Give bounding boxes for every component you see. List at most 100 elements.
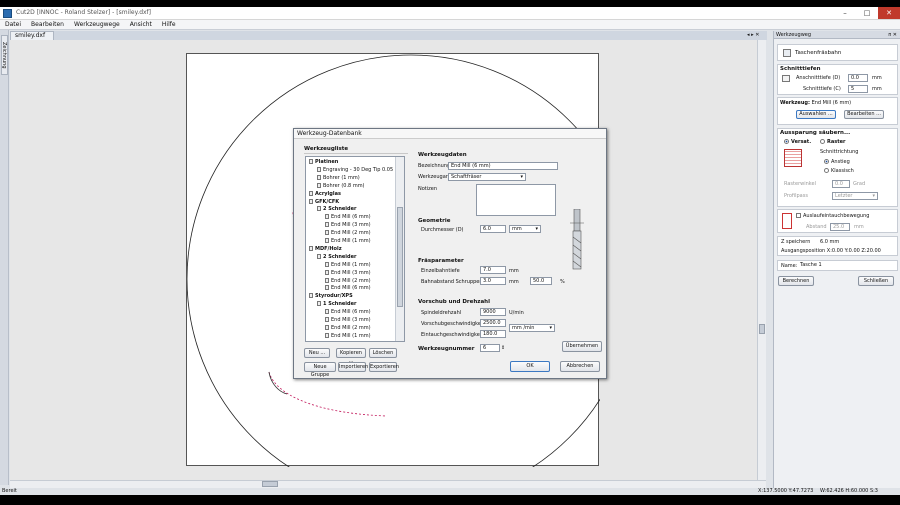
export-button[interactable]: Exportieren	[369, 362, 399, 372]
ramp-checkbox[interactable]: Auslaufeintauchbewegung	[796, 213, 869, 219]
tree-group[interactable]: GFK/CFK	[309, 198, 339, 206]
close-window-button[interactable]: ✕	[878, 7, 900, 19]
tree-item-label: Bohrer (0.8 mm)	[323, 182, 365, 189]
notes-textarea[interactable]	[476, 184, 556, 216]
tree-tool-item[interactable]: End Mill (3 mm)	[325, 222, 371, 229]
horizontal-scrollbar[interactable]	[10, 480, 766, 488]
tree-vscroll-thumb[interactable]	[397, 207, 403, 307]
ok-button[interactable]: OK	[510, 361, 550, 372]
ramp-distance-input[interactable]: 25.0	[830, 223, 850, 231]
tool-tree[interactable]: Platinen Engraving - 30 Deg Tip 0.05 - 1B…	[305, 156, 405, 342]
tool-title: Werkzeug:	[780, 100, 810, 106]
maximize-button[interactable]: □	[856, 7, 878, 19]
tree-tool-item[interactable]: Engraving - 30 Deg Tip 0.05 - 1	[317, 166, 401, 174]
radio-climb[interactable]: Anstieg	[824, 159, 850, 165]
tab-zeichnung[interactable]: Zeichnung	[1, 35, 8, 75]
tool-edit-button[interactable]: Bearbeiten ...	[844, 110, 884, 119]
import-button[interactable]: Importieren	[338, 362, 368, 372]
clear-pocket-group: Aussparung säubern... Versat. Raster Sch…	[777, 128, 898, 207]
tree-group[interactable]: Acrylglas	[309, 190, 341, 198]
new-tool-button[interactable]: Neu ...	[304, 348, 330, 358]
new-group-button[interactable]: Neue Gruppe	[304, 362, 336, 378]
stepover-input[interactable]: 3.0	[480, 277, 506, 285]
tree-tool-item[interactable]: Bohrer (0.8 mm)	[317, 182, 365, 190]
tool-number-spin-icon[interactable]: ⇕	[501, 345, 505, 351]
tree-tool-item[interactable]: End Mill (1 mm)	[325, 261, 371, 269]
tree-item-label: End Mill (3 mm)	[331, 317, 371, 323]
tree-tool-item[interactable]: Bohrer (1 mm)	[317, 174, 360, 182]
anschnitt-input[interactable]: 0.0	[848, 74, 868, 82]
z-safe-value: 6.0 mm	[820, 239, 840, 245]
minimize-button[interactable]: –	[834, 7, 856, 19]
tree-tool-item[interactable]: End Mill (2 mm)	[325, 324, 371, 332]
tree-group[interactable]: MDF/Holz	[309, 245, 342, 253]
feed-rate-input[interactable]: 2500.0	[480, 319, 506, 327]
menu-datei[interactable]: Datei	[0, 20, 26, 30]
plunge-rate-input[interactable]: 180.0	[480, 330, 506, 338]
tool-icon	[325, 309, 329, 315]
menu-ansicht[interactable]: Ansicht	[125, 20, 157, 30]
tree-tool-item[interactable]: End Mill (2 mm)	[325, 277, 371, 285]
apply-button[interactable]: Übernehmen	[562, 341, 602, 352]
tree-tool-item[interactable]: End Mill (2 mm)	[325, 230, 371, 237]
tree-group[interactable]: 1 Schneider	[317, 301, 356, 308]
folder-icon	[317, 301, 321, 307]
tree-item-label: End Mill (6 mm)	[331, 214, 371, 221]
tool-number-input[interactable]: 6	[480, 344, 500, 352]
radio-raster[interactable]: Raster	[820, 139, 845, 145]
tree-group[interactable]: 2 Schneider	[317, 253, 356, 261]
tree-tool-item[interactable]: End Mill (6 mm)	[325, 309, 371, 316]
vertical-scroll-thumb[interactable]	[759, 324, 765, 334]
profile-pass-select[interactable]: Letzter	[832, 192, 878, 200]
schnitt-unit: mm	[872, 86, 882, 92]
tool-type-select[interactable]: Schaftfräser	[448, 173, 526, 181]
copy-tool-button[interactable]: Kopieren ...	[336, 348, 366, 364]
spindle-input[interactable]: 9000	[480, 308, 506, 316]
tool-icon	[325, 269, 329, 275]
tree-tool-item[interactable]: End Mill (1 mm)	[325, 238, 371, 245]
schnitt-input[interactable]: 5	[848, 85, 868, 93]
radio-conventional[interactable]: Klassisch	[824, 168, 854, 174]
offset-pattern-icon	[784, 149, 802, 167]
tree-tool-item[interactable]: End Mill (6 mm)	[325, 214, 371, 221]
name-input[interactable]: Tasche 1	[798, 262, 896, 270]
tree-vscroll[interactable]	[395, 157, 404, 341]
menu-bearbeiten[interactable]: Bearbeiten	[26, 20, 69, 30]
radio-conventional-label: Klassisch	[831, 168, 854, 174]
tool-name-input[interactable]: End Mill (6 mm)	[448, 162, 558, 170]
panel-close-button[interactable]: Schließen	[858, 276, 894, 286]
doc-tab-smiley[interactable]: smiley.dxf	[10, 31, 55, 40]
tree-group[interactable]: Platinen	[309, 159, 338, 166]
tree-group[interactable]: 2 Schneider	[317, 206, 356, 213]
vertical-scrollbar[interactable]	[757, 40, 766, 480]
tool-icon	[317, 166, 321, 172]
spindle-label: Spindeldrehzahl	[421, 310, 462, 316]
tree-item-label: End Mill (1 mm)	[331, 332, 371, 339]
name-group: Name: Tasche 1	[777, 260, 898, 271]
feed-unit-select[interactable]: mm /min	[509, 324, 555, 332]
horizontal-scroll-thumb[interactable]	[262, 481, 278, 487]
diameter-unit-select[interactable]: mm	[509, 225, 541, 233]
tree-tool-item[interactable]: End Mill (6 mm)	[325, 285, 371, 292]
radio-offset[interactable]: Versat.	[784, 139, 811, 145]
tree-tool-item[interactable]: End Mill (3 mm)	[325, 269, 371, 277]
tree-group[interactable]: Styrodur/XPS	[309, 293, 353, 300]
tree-item-label: MDF/Holz	[315, 245, 342, 252]
stepover-percent-input[interactable]: 50.0	[530, 277, 552, 285]
raster-angle-input[interactable]: 0.0	[832, 180, 850, 188]
pass-depth-input[interactable]: 7.0	[480, 266, 506, 274]
tree-item-label: 1 Schneider	[323, 301, 357, 308]
tree-tool-item[interactable]: End Mill (3 mm)	[325, 317, 371, 324]
tool-select-button[interactable]: Auswahlen ...	[796, 110, 836, 119]
calculate-button[interactable]: Berechnen	[778, 276, 814, 286]
doc-nav-controls[interactable]: ◂ ▸ ✕	[747, 32, 759, 38]
menu-hilfe[interactable]: Hilfe	[157, 20, 181, 30]
delete-tool-button[interactable]: Löschen	[369, 348, 397, 358]
diameter-input[interactable]: 6.0	[480, 225, 506, 233]
cancel-button[interactable]: Abbrechen	[560, 361, 600, 372]
ramp-checkbox-label: Auslaufeintauchbewegung	[803, 213, 870, 219]
tool-icon	[325, 222, 329, 228]
panel-pin-close-icon[interactable]: ᴨ ✕	[888, 31, 897, 39]
menu-werkzeugwege[interactable]: Werkzeugwege	[69, 20, 125, 30]
tree-tool-item[interactable]: End Mill (1 mm)	[325, 332, 371, 340]
